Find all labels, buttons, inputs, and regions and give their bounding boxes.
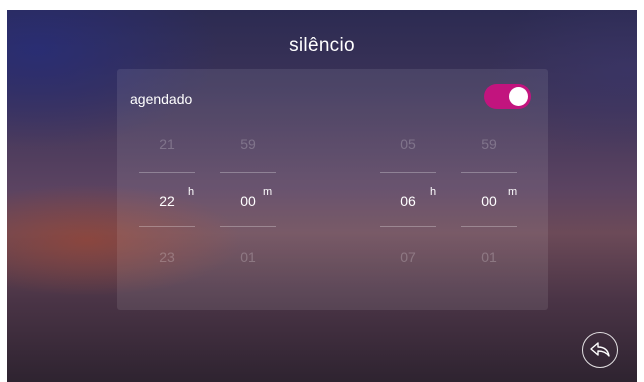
end-hour-next[interactable]: 07 [380,249,436,265]
start-minute-unit: m [263,186,273,198]
end-hour-unit: h [430,186,437,198]
back-button[interactable] [582,332,618,368]
divider [461,172,517,173]
schedule-panel: agendado 21 22 23 h 59 00 01 m 05 06 07 … [117,69,548,310]
divider [220,172,276,173]
divider [380,172,436,173]
start-hour-next[interactable]: 23 [139,249,195,265]
start-minute-next[interactable]: 01 [220,249,276,265]
screen: silêncio agendado 21 22 23 h 59 00 01 m … [7,10,637,382]
divider [139,172,195,173]
back-arrow-icon [590,342,610,357]
start-hour-picker[interactable]: 21 22 23 [139,69,195,310]
end-hour-picker[interactable]: 05 06 07 [380,69,436,310]
end-minute-next[interactable]: 01 [461,249,517,265]
end-hour-value[interactable]: 06 [380,193,436,209]
start-hour-value[interactable]: 22 [139,193,195,209]
end-minute-prev[interactable]: 59 [461,136,517,152]
divider [461,226,517,227]
divider [220,226,276,227]
start-hour-unit: h [188,186,195,198]
page-title: silêncio [289,35,355,56]
divider [380,226,436,227]
start-minute-prev[interactable]: 59 [220,136,276,152]
start-hour-prev[interactable]: 21 [139,136,195,152]
end-hour-prev[interactable]: 05 [380,136,436,152]
divider [139,226,195,227]
end-minute-unit: m [508,186,518,198]
